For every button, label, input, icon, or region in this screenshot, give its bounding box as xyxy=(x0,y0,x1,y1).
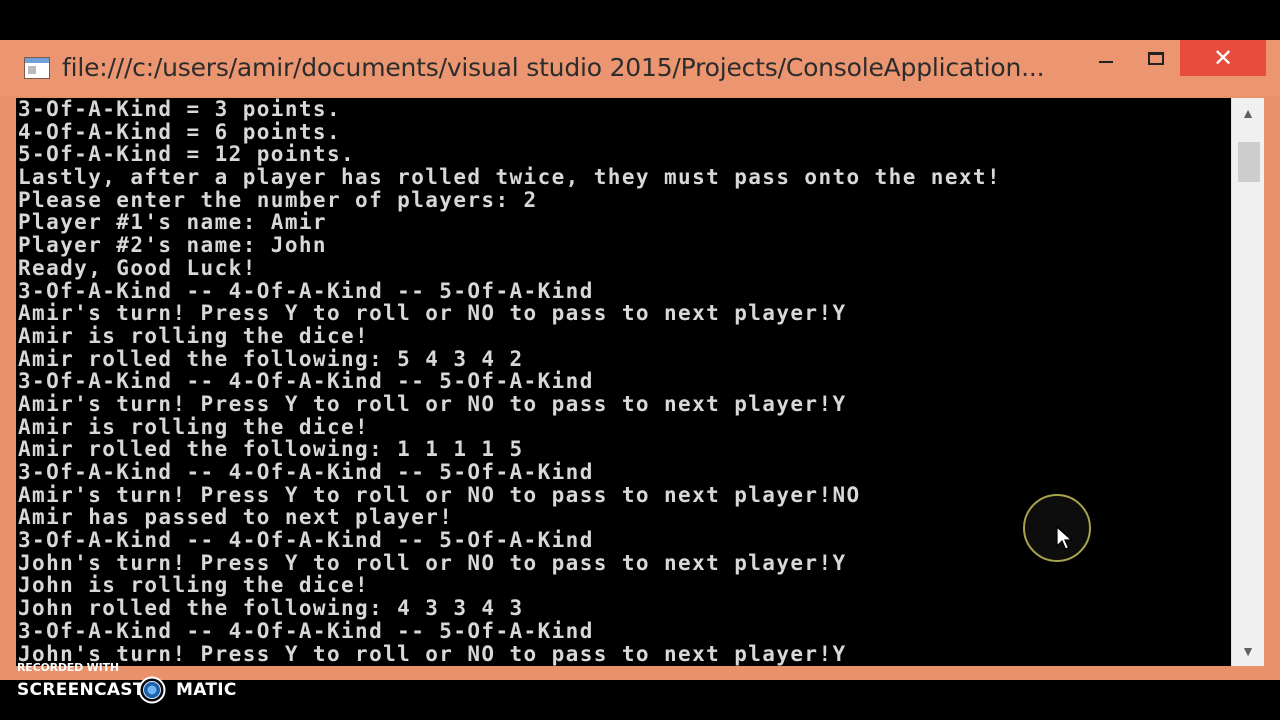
console-line: 4-Of-A-Kind = 6 points. xyxy=(18,119,341,144)
console-line: Amir's turn! Press Y to roll or NO to pa… xyxy=(18,391,847,416)
maximize-button[interactable] xyxy=(1130,40,1182,76)
screencast-watermark: RECORDED WITH SCREENCAST MATIC xyxy=(0,660,260,720)
minimize-button[interactable] xyxy=(1080,40,1132,76)
console-window: file:///c:/users/amir/documents/visual s… xyxy=(0,40,1280,680)
console-line: 3-Of-A-Kind -- 4-Of-A-Kind -- 5-Of-A-Kin… xyxy=(18,618,594,643)
console-line: Player #2's name: John xyxy=(18,233,327,258)
console-line: Amir's turn! Press Y to roll or NO to pa… xyxy=(18,482,861,507)
watermark-brand-left: SCREENCAST xyxy=(17,680,145,700)
scroll-up-icon[interactable]: ▲ xyxy=(1232,98,1264,128)
mouse-pointer-icon xyxy=(1056,526,1074,550)
scroll-thumb[interactable] xyxy=(1238,142,1260,182)
minimize-icon xyxy=(1099,61,1113,63)
console-line: Amir rolled the following: 5 4 3 4 2 xyxy=(18,346,524,371)
console-line: John's turn! Press Y to roll or NO to pa… xyxy=(18,550,847,575)
console-line: John is rolling the dice! xyxy=(18,573,370,598)
close-button[interactable]: ✕ xyxy=(1180,40,1266,76)
console-line: Amir has passed to next player! xyxy=(18,505,454,530)
app-icon-body xyxy=(28,66,36,74)
console-line: Lastly, after a player has rolled twice,… xyxy=(18,165,1002,190)
console-line: Player #1's name: Amir xyxy=(18,210,327,235)
console-line: 3-Of-A-Kind -- 4-Of-A-Kind -- 5-Of-A-Kin… xyxy=(18,369,594,394)
console-app-icon[interactable] xyxy=(24,57,50,79)
title-bar[interactable]: file:///c:/users/amir/documents/visual s… xyxy=(0,40,1280,96)
screen-top-strip xyxy=(0,0,1280,40)
console-line: Amir rolled the following: 1 1 1 1 5 xyxy=(18,437,524,462)
window-title: file:///c:/users/amir/documents/visual s… xyxy=(62,53,1045,82)
console-line: 5-Of-A-Kind = 12 points. xyxy=(18,142,356,167)
console-line: 3-Of-A-Kind = 3 points. xyxy=(18,98,341,121)
console-line: Ready, Good Luck! xyxy=(18,255,257,280)
console-line: John rolled the following: 4 3 3 4 3 xyxy=(18,596,524,621)
maximize-icon xyxy=(1148,51,1164,65)
screencast-logo-icon xyxy=(138,676,166,704)
console-line: 3-Of-A-Kind -- 4-Of-A-Kind -- 5-Of-A-Kin… xyxy=(18,528,594,553)
watermark-brand-right: MATIC xyxy=(176,680,237,700)
console-line: Please enter the number of players: 2 xyxy=(18,187,538,212)
app-icon-bar xyxy=(25,58,49,63)
recorded-with-label: RECORDED WITH xyxy=(17,661,119,674)
console-line: Amir's turn! Press Y to roll or NO to pa… xyxy=(18,301,847,326)
scroll-down-icon[interactable]: ▼ xyxy=(1232,636,1264,666)
vertical-scrollbar[interactable]: ▲ ▼ xyxy=(1231,98,1264,666)
console-line: Amir is rolling the dice! xyxy=(18,414,370,439)
console-output[interactable]: 3-Of-A-Kind = 3 points. 4-Of-A-Kind = 6 p… xyxy=(16,98,1231,666)
console-text-area: 3-Of-A-Kind = 3 points. 4-Of-A-Kind = 6 p… xyxy=(18,98,1001,665)
console-line: Amir is rolling the dice! xyxy=(18,323,370,348)
console-line: 3-Of-A-Kind -- 4-Of-A-Kind -- 5-Of-A-Kin… xyxy=(18,460,594,484)
console-line: 3-Of-A-Kind -- 4-Of-A-Kind -- 5-Of-A-Kin… xyxy=(18,278,594,303)
close-icon: ✕ xyxy=(1212,44,1234,72)
